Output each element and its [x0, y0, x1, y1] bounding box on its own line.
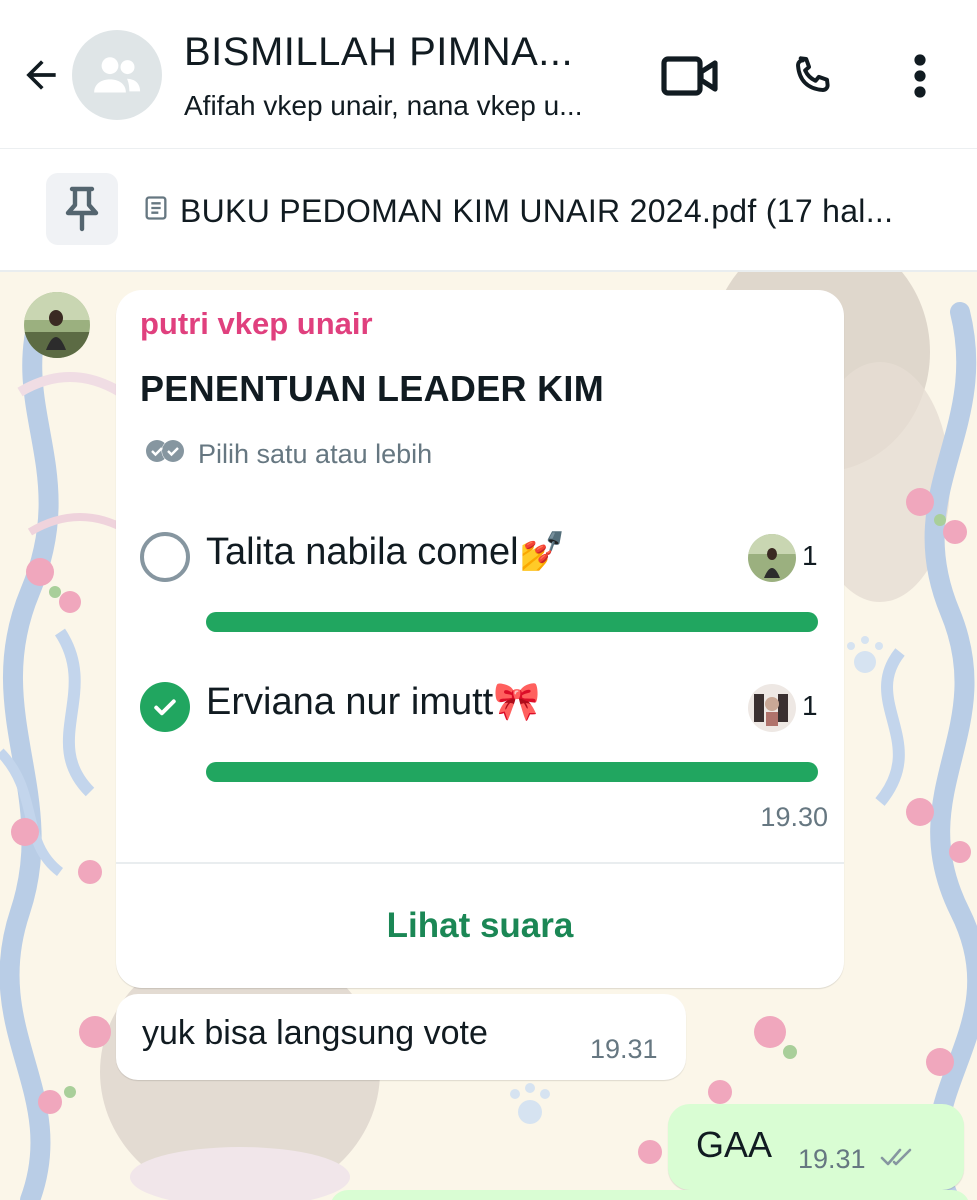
message-time: 19.31 [590, 1034, 658, 1064]
vote-progress-fill [206, 762, 818, 782]
option-radio-unchecked[interactable] [140, 532, 190, 582]
chat-title[interactable]: BISMILLAH PIMNA... [184, 30, 624, 75]
vote-progress-bar [206, 612, 818, 632]
message-time: 19.30 [760, 802, 828, 832]
message-time: 19.31 [798, 1144, 866, 1174]
option-radio-checked[interactable] [140, 682, 190, 732]
pinned-message-bar[interactable]: BUKU PEDOMAN KIM UNAIR 2024.pdf (17 hal.… [0, 148, 977, 272]
option-label: Talita nabila comel💅 [206, 531, 566, 573]
group-avatar-icon[interactable] [72, 30, 162, 120]
multi-select-icon [144, 438, 188, 471]
outgoing-message[interactable]: GAA 19.31 [668, 1104, 964, 1190]
vote-count: 1 [802, 690, 818, 721]
poll-hint-text: Pilih satu atau lebih [198, 439, 433, 469]
chat-area[interactable]: putri vkep unair PENENTUAN LEADER KIM Pi… [0, 272, 977, 1200]
sender-name[interactable]: putri vkep unair [140, 306, 373, 342]
poll-message: putri vkep unair PENENTUAN LEADER KIM Pi… [116, 290, 844, 988]
document-icon [142, 193, 170, 230]
view-votes-button[interactable]: Lihat suara [116, 864, 844, 988]
read-ticks-icon [880, 1144, 924, 1175]
poll-question: PENENTUAN LEADER KIM [140, 368, 605, 409]
chat-participants[interactable]: Afifah vkep unair, nana vkep u... [184, 90, 624, 122]
back-arrow-icon[interactable] [16, 50, 66, 100]
option-label: Erviana nur imutt🎀 [206, 681, 541, 723]
poll-option[interactable]: Erviana nur imutt🎀 1 [138, 676, 828, 796]
incoming-message[interactable]: yuk bisa langsung vote 19.31 [116, 994, 686, 1080]
voice-call-icon[interactable] [782, 46, 842, 106]
vote-count: 1 [802, 540, 818, 571]
pin-icon[interactable] [46, 173, 118, 245]
sender-avatar[interactable] [24, 292, 90, 358]
vote-progress-bar [206, 762, 818, 782]
pinned-message[interactable]: BUKU PEDOMAN KIM UNAIR 2024.pdf (17 hal.… [142, 193, 962, 230]
next-outgoing-message-edge [330, 1190, 970, 1200]
message-text: yuk bisa langsung vote [142, 1014, 488, 1052]
voter-avatar [748, 684, 796, 732]
message-text: GAA [696, 1124, 773, 1165]
more-options-icon[interactable] [890, 46, 950, 106]
video-call-icon[interactable] [660, 46, 720, 106]
vote-progress-fill [206, 612, 818, 632]
voter-avatar [748, 534, 796, 582]
pinned-message-text: BUKU PEDOMAN KIM UNAIR 2024.pdf (17 hal.… [180, 193, 894, 229]
chat-header: BISMILLAH PIMNA... Afifah vkep unair, na… [0, 0, 977, 148]
poll-option[interactable]: Talita nabila comel💅 1 [138, 526, 828, 646]
poll-hint: Pilih satu atau lebih [144, 438, 432, 471]
